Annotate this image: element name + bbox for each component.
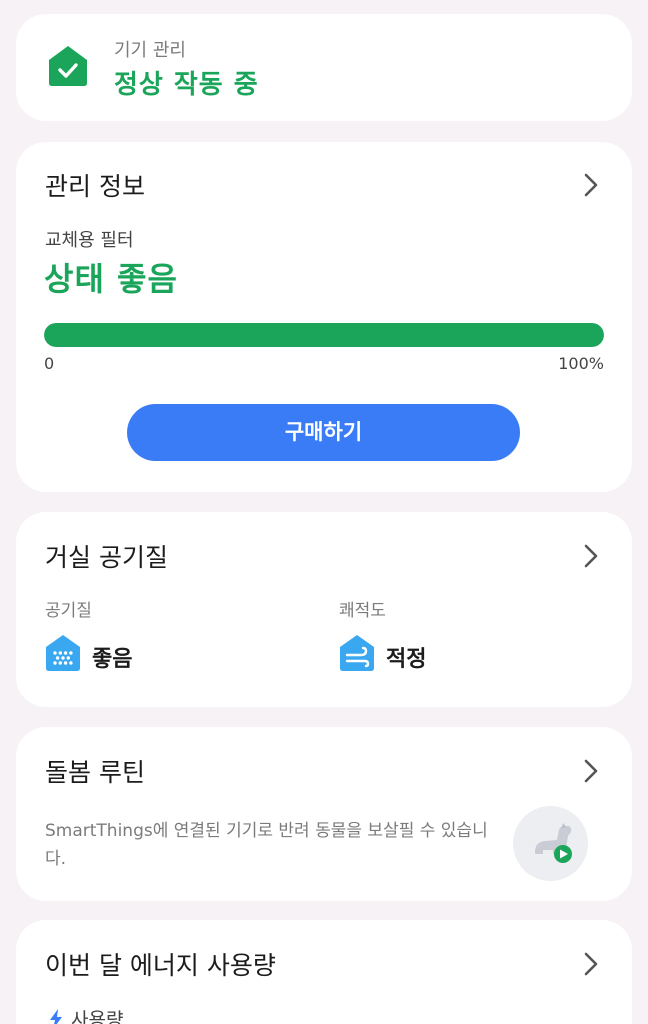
chevron-right-icon[interactable] <box>580 171 602 199</box>
progress-max-label: 100% <box>558 354 604 373</box>
air-quality-title: 거실 공기질 <box>45 543 168 572</box>
air-quality-icon <box>46 635 80 671</box>
comfort-metric: 쾌적도 적정 <box>339 596 426 672</box>
progress-min-label: 0 <box>44 354 55 373</box>
device-status-value: 정상 작동 중 <box>114 70 259 100</box>
metric-label: 쾌적도 <box>339 601 386 621</box>
device-status-card[interactable]: 기기 관리 정상 작동 중 <box>16 14 632 121</box>
care-routine-description: SmartThings에 연결된 기기로 반려 동물을 보살필 수 있습니다. <box>45 821 488 869</box>
energy-usage-row: 사용량 <box>49 1005 123 1024</box>
filter-status: 상태 좋음 <box>44 260 178 298</box>
energy-usage-title: 이번 달 에너지 사용량 <box>45 951 276 980</box>
air-quality-metric: 공기질 좋음 <box>45 596 132 672</box>
chevron-right-icon[interactable] <box>580 757 602 785</box>
chevron-right-icon[interactable] <box>580 950 602 978</box>
management-info-card: 관리 정보 교체용 필터 상태 좋음 0 100% 구매하기 <box>16 142 632 492</box>
care-routine-title: 돌봄 루틴 <box>45 758 145 787</box>
screen: 기기 관리 정상 작동 중 관리 정보 교체용 필터 상태 좋음 0 100% … <box>0 0 648 1024</box>
home-check-icon <box>49 46 87 86</box>
pet-illustration <box>513 806 588 881</box>
energy-usage-card[interactable]: 이번 달 에너지 사용량 사용량 <box>16 920 632 1024</box>
device-status-label: 기기 관리 <box>114 40 186 61</box>
lightning-icon <box>50 1009 62 1024</box>
chevron-right-icon[interactable] <box>580 542 602 570</box>
metric-label: 공기질 <box>45 601 92 621</box>
buy-button[interactable]: 구매하기 <box>127 404 520 461</box>
filter-label: 교체용 필터 <box>45 230 134 251</box>
metric-value: 좋음 <box>92 647 133 672</box>
comfort-wind-icon <box>340 635 374 671</box>
filter-progress-fill <box>44 323 604 347</box>
pet-play-icon <box>535 823 572 863</box>
care-routine-card[interactable]: 돌봄 루틴 SmartThings에 연결된 기기로 반려 동물을 보살필 수 … <box>16 727 632 901</box>
energy-usage-label: 사용량 <box>71 1009 124 1024</box>
metric-value: 적정 <box>386 647 427 672</box>
filter-progress-bar <box>44 323 604 347</box>
management-info-title: 관리 정보 <box>45 172 145 201</box>
air-quality-card[interactable]: 거실 공기질 공기질 좋음 쾌적도 적정 <box>16 512 632 707</box>
